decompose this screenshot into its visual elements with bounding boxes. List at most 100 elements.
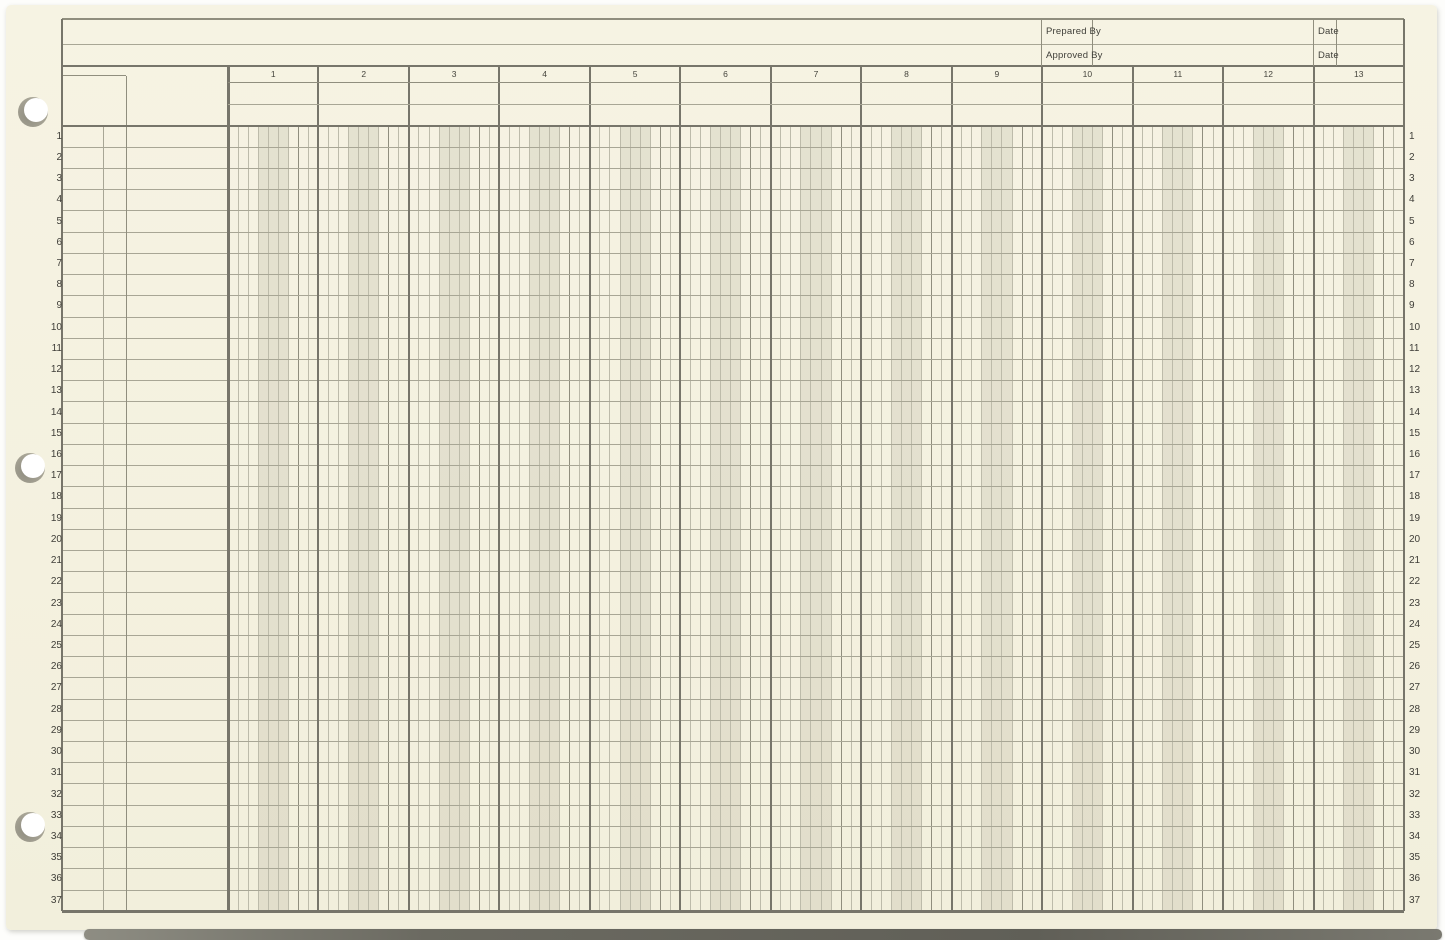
column-number: 5 — [590, 69, 680, 79]
row-rule — [62, 762, 1404, 763]
digit-rule — [790, 126, 791, 911]
description-column-rule — [126, 76, 127, 912]
row-rule — [62, 614, 1404, 615]
digit-rule — [1273, 126, 1274, 911]
row-number: 17 — [1409, 471, 1435, 481]
column-number: 1 — [228, 69, 318, 79]
row-number: 21 — [1409, 556, 1435, 566]
digit-rule — [1393, 126, 1394, 911]
digit-rule — [1213, 126, 1214, 911]
row-number: 32 — [1409, 790, 1435, 800]
column-boundary — [408, 66, 410, 911]
digit-rule — [398, 126, 399, 911]
column-number: 9 — [952, 69, 1042, 79]
digit-rule — [921, 126, 922, 911]
digit-rule — [630, 126, 631, 911]
row-number: 20 — [1409, 535, 1435, 545]
column-number: 11 — [1133, 69, 1223, 79]
row-number: 8 — [1409, 280, 1435, 290]
digit-rule — [1152, 126, 1153, 911]
column-number: 6 — [680, 69, 770, 79]
digit-rule — [740, 126, 741, 911]
digit-rule — [519, 126, 520, 911]
column-boundary — [227, 66, 230, 911]
column-boundary — [589, 66, 591, 911]
row-number: 13 — [36, 386, 62, 396]
column-number: 3 — [409, 69, 499, 79]
row-number: 2 — [36, 153, 62, 163]
row-number: 19 — [1409, 514, 1435, 524]
digit-rule — [750, 126, 751, 911]
digit-rule — [439, 126, 440, 911]
digit-rule — [710, 126, 711, 911]
column-boundary — [1132, 66, 1134, 911]
row-number: 11 — [1409, 344, 1435, 354]
digit-rule — [378, 126, 379, 911]
row-number: 7 — [1409, 259, 1435, 269]
digit-rule — [720, 126, 721, 911]
digit-rule — [620, 126, 621, 911]
ledger-sheet: 1234567891011121311223344556677889910101… — [6, 5, 1437, 930]
row-number: 3 — [36, 174, 62, 184]
row-rule — [62, 189, 1404, 190]
digit-rule — [338, 126, 339, 911]
digit-rule — [1363, 126, 1364, 911]
row-rule — [62, 295, 1404, 296]
row-number: 15 — [36, 429, 62, 439]
hole-punch — [18, 97, 48, 127]
digit-rule — [700, 126, 701, 911]
column-boundary — [498, 66, 500, 911]
body-bottom-rule — [62, 910, 1404, 913]
row-number: 22 — [36, 577, 62, 587]
digit-rule — [1373, 126, 1374, 911]
prepared-by-label: Prepared By — [1042, 19, 1092, 44]
column-number: 12 — [1223, 69, 1313, 79]
digit-rule — [418, 126, 419, 911]
ledger-grid: 1234567891011121311223344556677889910101… — [6, 5, 1437, 930]
digit-rule — [1353, 126, 1354, 911]
digit-rule — [449, 126, 450, 911]
row-number: 7 — [36, 259, 62, 269]
digit-rule — [348, 126, 349, 911]
row-number: 27 — [1409, 683, 1435, 693]
digit-rule — [1233, 126, 1234, 911]
row-number: 5 — [1409, 217, 1435, 227]
row-number: 20 — [36, 535, 62, 545]
row-rule — [62, 380, 1404, 381]
digit-rule — [941, 126, 942, 911]
prepared-date-field — [1337, 19, 1403, 44]
column-shade-band — [1253, 126, 1283, 911]
digit-rule — [529, 126, 530, 911]
row-rule — [62, 253, 1404, 254]
digit-rule — [1383, 126, 1384, 911]
digit-rule — [1142, 126, 1143, 911]
body-top-rule — [62, 125, 1404, 127]
digit-rule — [288, 126, 289, 911]
row-rule — [62, 168, 1404, 169]
hole-punch — [15, 453, 45, 483]
row-rule — [62, 805, 1404, 806]
approved-date-field — [1337, 44, 1403, 66]
row-number: 1 — [36, 132, 62, 142]
row-number: 35 — [1409, 853, 1435, 863]
row-number: 12 — [36, 365, 62, 375]
digit-rule — [901, 126, 902, 911]
digit-rule — [851, 126, 852, 911]
row-rule — [62, 401, 1404, 402]
digit-rule — [821, 126, 822, 911]
digit-rule — [509, 126, 510, 911]
row-number: 29 — [1409, 726, 1435, 736]
column-shade-band — [349, 126, 379, 911]
row-number: 23 — [1409, 599, 1435, 609]
row-number: 14 — [1409, 408, 1435, 418]
approved-date-label: Date — [1314, 44, 1336, 66]
digit-rule — [1192, 126, 1193, 911]
row-number: 22 — [1409, 577, 1435, 587]
row-rule — [62, 444, 1404, 445]
row-number: 9 — [1409, 301, 1435, 311]
digit-rule — [670, 126, 671, 911]
row-number: 10 — [1409, 323, 1435, 333]
digit-rule — [911, 126, 912, 911]
digit-rule — [1062, 126, 1063, 911]
row-rule — [62, 317, 1404, 318]
